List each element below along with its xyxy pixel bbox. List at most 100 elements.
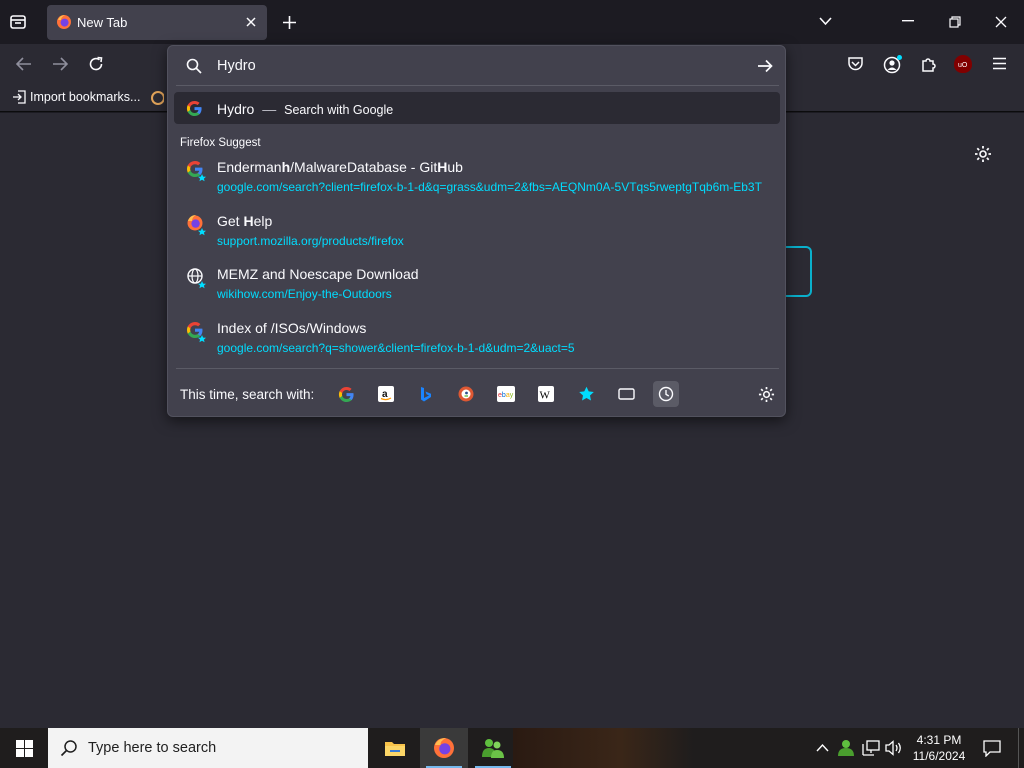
suggestion-row[interactable]: Index of /ISOs/Windows google.com/search… <box>174 315 780 363</box>
new-tab-plus-icon[interactable] <box>282 15 297 30</box>
urlbar-divider <box>176 85 779 86</box>
taskbar-clock[interactable]: 4:31 PM 11/6/2024 <box>906 732 972 764</box>
people-icon <box>482 739 504 758</box>
history-clock-icon <box>658 386 674 402</box>
minimize-icon[interactable] <box>902 20 914 22</box>
import-bookmarks-label: Import bookmarks... <box>30 90 141 104</box>
engine-duckduckgo-button[interactable] <box>453 381 479 407</box>
one-off-label: This time, search with: <box>180 387 315 402</box>
tab-strip: New Tab <box>0 0 1024 44</box>
svg-text:uO: uO <box>958 62 968 68</box>
suggestion-url: wikihow.com/Enjoy-the-Outdoors <box>217 287 392 301</box>
engine-google-button[interactable] <box>333 381 359 407</box>
suggestion-url: google.com/search?q=shower&client=firefo… <box>217 341 575 355</box>
taskbar-search-box[interactable]: Type here to search <box>48 728 368 768</box>
amazon-icon: a <box>378 386 394 402</box>
import-bookmarks-button[interactable]: Import bookmarks... <box>12 90 140 104</box>
firefox-icon <box>187 215 206 236</box>
heuristic-title: Hydro — Search with Google <box>217 101 393 117</box>
folder-icon <box>385 742 405 756</box>
suggestion-row[interactable]: Get Help support.mozilla.org/products/fi… <box>174 208 780 256</box>
suggestion-row[interactable]: Endermanh/MalwareDatabase - GitHub googl… <box>174 154 780 202</box>
bookmark-star-icon <box>578 386 594 401</box>
svg-text:a: a <box>382 389 388 400</box>
tabs-icon <box>617 388 635 400</box>
suggestion-url: support.mozilla.org/products/firefox <box>217 234 404 248</box>
suggestion-row[interactable]: MEMZ and Noescape Download wikihow.com/E… <box>174 261 780 309</box>
go-arrow-icon[interactable] <box>757 59 773 73</box>
account-icon[interactable] <box>883 54 903 74</box>
bookmark-favicon-icon[interactable] <box>150 90 164 106</box>
start-button[interactable] <box>0 728 48 768</box>
ublock-icon: uO <box>958 62 968 68</box>
taskbar-search-icon <box>60 740 77 757</box>
wallpaper-peek <box>513 728 693 768</box>
duckduckgo-icon <box>458 386 474 402</box>
firefox-icon <box>57 15 71 29</box>
reload-icon[interactable] <box>88 56 104 72</box>
pocket-icon[interactable] <box>847 56 864 72</box>
show-hidden-icons-chevron-icon[interactable] <box>816 743 829 752</box>
taskbar-file-explorer[interactable] <box>371 728 419 768</box>
google-icon <box>186 100 202 117</box>
clock-date: 11/6/2024 <box>912 749 966 763</box>
tab-new-tab[interactable]: New Tab <box>47 5 267 40</box>
search-settings-button[interactable] <box>753 381 779 407</box>
clock-time: 4:31 PM <box>916 733 962 747</box>
one-off-divider <box>176 368 779 369</box>
close-window-icon[interactable] <box>995 16 1007 28</box>
google-icon <box>187 161 206 182</box>
heuristic-query: Hydro <box>217 101 255 117</box>
firefox-suggest-label: Firefox Suggest <box>180 137 261 149</box>
newtab-search-box-edge[interactable] <box>786 246 812 297</box>
globe-icon <box>187 268 206 289</box>
tab-title: New Tab <box>77 15 128 30</box>
tab-overview-icon <box>10 15 26 29</box>
heuristic-search-result[interactable]: Hydro — Search with Google <box>174 92 780 124</box>
engine-amazon-button[interactable]: a <box>373 381 399 407</box>
suggestion-title: MEMZ and Noescape Download <box>217 266 419 282</box>
back-arrow-icon[interactable] <box>16 57 32 71</box>
network-icon[interactable] <box>862 740 880 756</box>
svg-text:ebay: ebay <box>498 392 514 399</box>
engine-history-button[interactable] <box>653 381 679 407</box>
extensions-puzzle-icon[interactable] <box>920 55 937 73</box>
tab-list-button[interactable] <box>8 12 32 34</box>
gear-icon <box>758 386 774 402</box>
google-icon <box>187 322 206 343</box>
search-icon <box>186 58 202 74</box>
user-tray-icon[interactable] <box>837 739 855 757</box>
hamburger-menu-icon[interactable] <box>992 57 1007 70</box>
notification-center-icon[interactable] <box>983 740 1001 757</box>
google-icon <box>338 386 354 402</box>
engine-bing-button[interactable] <box>413 381 439 407</box>
show-desktop-button[interactable] <box>1018 728 1019 768</box>
svg-text:W: W <box>540 390 551 402</box>
windows-logo-icon <box>15 739 33 757</box>
import-icon <box>13 90 26 104</box>
close-tab-icon[interactable] <box>245 16 257 28</box>
suggestion-title: Endermanh/MalwareDatabase - GitHub <box>217 159 463 175</box>
engine-bookmarks-button[interactable] <box>573 381 599 407</box>
bing-icon <box>421 386 431 401</box>
ebay-icon: ebay <box>497 386 515 402</box>
urlbar-input-row[interactable]: Hydro <box>168 46 785 85</box>
engine-wikipedia-button[interactable]: W <box>533 381 559 407</box>
taskbar-search-placeholder: Type here to search <box>88 740 217 756</box>
heuristic-action: Search with Google <box>284 103 394 117</box>
taskbar-firefox[interactable] <box>420 728 468 768</box>
windows-taskbar: Type here to search 4:31 PM 11/6/2024 <box>0 728 1024 768</box>
restore-icon[interactable] <box>949 16 961 28</box>
ublock-origin-button[interactable]: uO <box>954 55 972 73</box>
engine-ebay-button[interactable]: ebay <box>493 381 519 407</box>
urlbar-panel: Hydro Hydro — Search with Google Firefox… <box>167 45 786 417</box>
urlbar-input[interactable]: Hydro <box>217 58 256 74</box>
engine-tabs-button[interactable] <box>613 381 639 407</box>
taskbar-people-app[interactable] <box>469 728 517 768</box>
customize-gear-icon[interactable] <box>974 145 992 163</box>
suggestion-title: Index of /ISOs/Windows <box>217 320 367 336</box>
forward-arrow-icon[interactable] <box>52 57 68 71</box>
volume-icon[interactable] <box>885 740 903 756</box>
list-all-tabs-chevron-icon[interactable] <box>818 15 833 27</box>
suggestion-title: Get Help <box>217 213 273 229</box>
